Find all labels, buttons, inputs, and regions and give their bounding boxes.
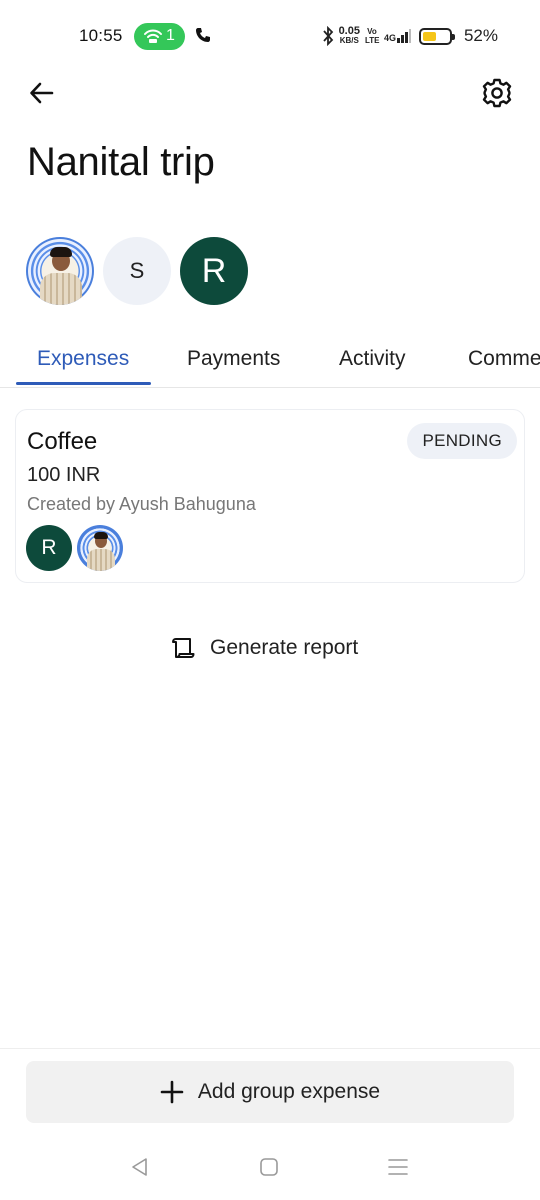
status-time: 10:55 [79, 26, 123, 45]
plus-icon [160, 1080, 184, 1104]
hotspot-count: 1 [166, 27, 175, 44]
volte-indicator: Vo LTE [364, 27, 380, 45]
avatar-initial: S [129, 258, 145, 283]
net-speed-unit: KB/S [339, 36, 359, 45]
hotspot-icon [144, 29, 162, 43]
member-avatar-r[interactable]: R [180, 237, 248, 305]
participant-avatar-r: R [26, 525, 72, 571]
network-type: 4G [383, 33, 396, 43]
avatar-initial: R [41, 536, 57, 559]
signal-icon: 4G [384, 29, 411, 43]
net-speed: 0.05 KB/S [339, 26, 360, 46]
expense-amount: 100 INR [27, 464, 101, 486]
generate-report-button[interactable]: Generate report [170, 630, 358, 666]
bottom-divider [0, 1048, 540, 1049]
nav-recents-icon[interactable] [387, 1157, 409, 1177]
battery-percent: 52% [463, 26, 498, 45]
battery-icon [419, 27, 455, 45]
nav-back-icon[interactable] [130, 1157, 150, 1177]
add-group-expense-button[interactable]: Add group expense [26, 1061, 514, 1123]
bluetooth-icon [322, 26, 333, 46]
add-group-expense-label: Add group expense [197, 1080, 381, 1103]
battery-fill [423, 31, 436, 41]
scroll-icon [172, 638, 195, 658]
gear-icon[interactable] [481, 77, 513, 109]
tab-activity[interactable]: Activity [339, 347, 406, 371]
member-avatars: S R [26, 237, 248, 305]
member-avatar-s[interactable]: S [103, 237, 171, 305]
tab-bar: Expenses Payments Activity Comments [0, 330, 540, 388]
tab-expenses[interactable]: Expenses [37, 347, 129, 371]
member-avatar-photo[interactable] [26, 237, 94, 305]
status-indicators: 0.05 KB/S Vo LTE 4G [322, 24, 455, 48]
participant-avatar-photo [77, 525, 123, 571]
status-badge: PENDING [407, 423, 517, 459]
expense-creator: Created by Ayush Bahuguna [27, 494, 256, 514]
system-nav-bar [0, 1140, 540, 1200]
tab-comments[interactable]: Comments [468, 347, 540, 371]
avatar-initial: R [201, 251, 227, 290]
phone-call-icon [196, 28, 210, 42]
tab-comments-clip: Comments [468, 330, 540, 388]
expense-title: Coffee [27, 428, 98, 455]
status-bar: 10:55 1 0.05 KB/S Vo LTE 4G 52% [0, 0, 540, 72]
tab-indicator [16, 382, 151, 385]
arrow-left-icon[interactable] [28, 79, 56, 107]
page-title: Nanital trip [27, 140, 215, 184]
generate-report-label: Generate report [210, 636, 359, 659]
expense-card[interactable]: Coffee PENDING 100 INR Created by Ayush … [15, 409, 525, 583]
nav-home-icon[interactable] [259, 1157, 279, 1177]
expense-participants: R [26, 525, 123, 571]
hotspot-badge: 1 [134, 23, 185, 50]
tab-payments[interactable]: Payments [187, 347, 280, 371]
signal-bars-icon [397, 29, 411, 43]
